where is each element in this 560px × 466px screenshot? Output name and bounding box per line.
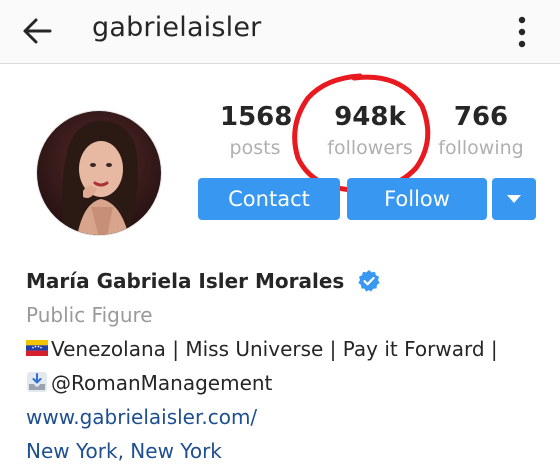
arrow-left-icon[interactable] [20,14,54,48]
more-vertical-icon[interactable] [508,12,536,52]
contact-button[interactable]: Contact [198,178,340,220]
location-link[interactable]: New York, New York [26,434,546,466]
bio-line-1: Venezolana | Miss Universe | Pay it Forw… [51,336,498,361]
posts-count: 1568 [220,102,293,132]
verified-badge-icon [358,269,380,292]
following-count: 766 [453,102,509,132]
follow-button[interactable]: Follow [347,178,487,220]
bio-line-2: @RomanManagement [51,370,273,395]
bio-line-1-row: Venezolana | Miss Universe | Pay it Forw… [26,332,546,366]
full-name: María Gabriela Isler Morales [26,268,345,293]
followers-stat[interactable]: 948k followers [318,100,422,162]
website-link[interactable]: www.gabrielaisler.com/ [26,400,546,434]
suggestions-dropdown-button[interactable] [492,178,536,220]
following-stat[interactable]: 766 following [434,100,528,162]
profile-username: gabrielaisler [92,12,262,43]
profile-bio: María Gabriela Isler Morales Public Figu… [26,262,546,466]
inbox-tray-icon [27,372,47,392]
bio-line-2-row: @RomanManagement [26,366,546,400]
following-label: following [438,137,524,159]
posts-stat[interactable]: 1568 posts [220,100,293,162]
followers-label: followers [327,137,413,159]
profile-category: Public Figure [26,302,153,327]
avatar[interactable] [36,110,162,236]
top-bar: gabrielaisler [0,0,560,64]
followers-count: 948k [334,102,406,132]
venezuela-flag-icon [26,340,48,356]
posts-label: posts [229,137,281,159]
caret-down-icon [507,195,521,203]
full-name-row: María Gabriela Isler Morales [26,262,546,298]
